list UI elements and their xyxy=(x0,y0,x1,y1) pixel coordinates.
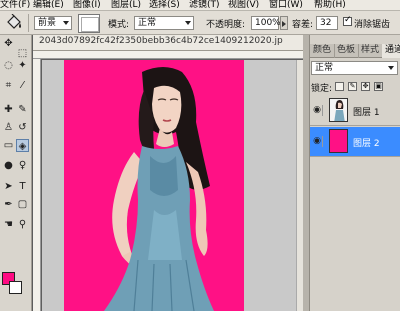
fill-source-select[interactable]: 前景 xyxy=(34,16,72,30)
tab-styles[interactable]: 样式 xyxy=(358,44,384,58)
hand-icon[interactable]: ☚ xyxy=(2,218,15,231)
paint-bucket-tool[interactable]: ◈ xyxy=(16,139,29,152)
mode-value: 正常 xyxy=(138,18,157,28)
lock-all-icon[interactable]: ▣ xyxy=(374,82,383,91)
chevron-down-icon xyxy=(63,21,69,25)
document-tab[interactable]: 2043d07892fc42f2350bebb36c4b72ce14092120… xyxy=(33,35,303,51)
toolbox: ✥ ⬚ ◌ ✦ ⌗ ⁄ ✚ ✎ ♙ ↺ ▭ ◈ ● ♀ ➤ T ✒ ▢ ☚ ⚲ xyxy=(0,35,32,311)
woman-photo xyxy=(104,67,214,311)
lasso-icon[interactable]: ◌ xyxy=(2,59,15,72)
shape-icon[interactable]: ▢ xyxy=(16,198,29,211)
fill-source-value: 前景 xyxy=(38,18,57,28)
menu-window[interactable]: 窗口(W) xyxy=(269,0,303,10)
menu-bar: 文件(F) 编辑(E) 图像(I) 图层(L) 选择(S) 滤镜(T) 视图(V… xyxy=(0,0,400,11)
brush-icon[interactable]: ✎ xyxy=(16,103,29,116)
menu-edit[interactable]: 编辑(E) xyxy=(33,0,64,10)
eraser-icon[interactable]: ▭ xyxy=(2,139,15,152)
layer-blend-mode-select[interactable]: 正常 xyxy=(311,61,398,75)
paint-bucket-icon[interactable] xyxy=(4,14,24,32)
mode-select[interactable]: 正常 xyxy=(134,16,194,30)
healing-brush-icon[interactable]: ✚ xyxy=(2,103,15,116)
crop-icon[interactable]: ⌗ xyxy=(2,79,15,92)
options-bar: 前景 模式: 正常 不透明度: 100% 容差: 32 消除锯齿 xyxy=(0,11,400,35)
lock-label: 锁定: xyxy=(311,84,333,94)
document-title: 2043d07892fc42f2350bebb36c4b72ce14092120… xyxy=(39,36,283,46)
blur-icon[interactable]: ● xyxy=(2,159,15,172)
lock-position-icon[interactable]: ✥ xyxy=(361,82,370,91)
opacity-label: 不透明度: xyxy=(206,20,246,30)
tolerance-value: 32 xyxy=(320,18,332,28)
layer-thumbnail xyxy=(329,98,348,122)
opacity-slider-button[interactable] xyxy=(280,16,288,30)
path-select-icon[interactable]: ➤ xyxy=(2,180,15,193)
opacity-value: 100% xyxy=(255,18,281,28)
menu-layer[interactable]: 图层(L) xyxy=(111,0,141,10)
move-icon[interactable]: ✥ xyxy=(2,37,15,50)
menu-select[interactable]: 选择(S) xyxy=(149,0,180,10)
menu-image[interactable]: 图像(I) xyxy=(73,0,101,10)
layer-1-thumbnail-image xyxy=(330,99,347,121)
vertical-scrollbar[interactable] xyxy=(296,60,303,311)
tolerance-input[interactable]: 32 xyxy=(316,16,338,30)
background-color-swatch[interactable] xyxy=(9,281,22,294)
tab-color[interactable]: 颜色 xyxy=(310,44,336,58)
horizontal-ruler xyxy=(33,51,303,59)
tab-channels[interactable]: 通道 xyxy=(382,44,400,58)
dodge-icon[interactable]: ♀ xyxy=(16,159,29,172)
layer-name: 图层 2 xyxy=(353,139,380,149)
vertical-ruler xyxy=(33,59,41,311)
menu-help[interactable]: 帮助(H) xyxy=(314,0,346,10)
pen-icon[interactable]: ✒ xyxy=(2,198,15,211)
magic-wand-icon[interactable]: ✦ xyxy=(16,59,29,72)
layer-name: 图层 1 xyxy=(353,108,380,118)
menu-filter[interactable]: 滤镜(T) xyxy=(189,0,220,10)
chevron-down-icon xyxy=(185,21,191,25)
pattern-picker[interactable] xyxy=(78,14,100,33)
opacity-input[interactable]: 100% xyxy=(251,16,281,30)
menu-file[interactable]: 文件(F) xyxy=(0,0,30,10)
menu-view[interactable]: 视图(V) xyxy=(228,0,259,10)
lock-transparent-icon[interactable] xyxy=(335,82,344,91)
layer-row-selected[interactable]: ◉ 图层 2 xyxy=(310,127,400,157)
chevron-down-icon xyxy=(388,66,394,70)
zoom-icon[interactable]: ⚲ xyxy=(16,218,29,231)
type-icon[interactable]: T xyxy=(16,180,29,193)
layer-row[interactable]: ◉ 图层 1 xyxy=(310,96,400,126)
tab-swatches[interactable]: 色板 xyxy=(334,44,360,58)
separator xyxy=(28,14,29,32)
lock-pixels-icon[interactable]: ✎ xyxy=(348,82,357,91)
eye-icon[interactable]: ◉ xyxy=(312,105,323,116)
layer-thumbnail xyxy=(329,129,348,153)
antialias-label: 消除锯齿 xyxy=(354,20,391,30)
panel-dock-strip[interactable] xyxy=(303,35,310,311)
canvas[interactable] xyxy=(64,60,244,311)
eyedropper-icon[interactable]: ⁄ xyxy=(16,79,29,92)
mode-label: 模式: xyxy=(108,20,130,30)
tolerance-label: 容差: xyxy=(292,20,314,30)
history-brush-icon[interactable]: ↺ xyxy=(16,121,29,134)
eye-icon[interactable]: ◉ xyxy=(312,136,323,147)
clone-stamp-icon[interactable]: ♙ xyxy=(2,121,15,134)
right-panel xyxy=(303,35,400,311)
panel-tabs: 颜色 色板 样式 通道 xyxy=(310,44,400,58)
blend-mode-value: 正常 xyxy=(315,63,334,73)
antialias-checkbox[interactable] xyxy=(343,15,352,26)
